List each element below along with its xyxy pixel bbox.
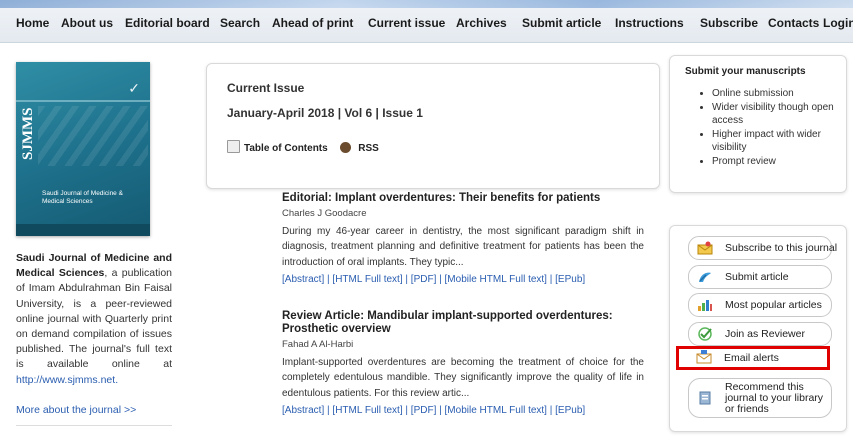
abstract-link[interactable]: [Abstract] (282, 274, 324, 285)
nav-login[interactable]: Login (823, 16, 853, 30)
rss-icon[interactable] (340, 142, 352, 153)
recommend-journal-button[interactable]: Recommend this journal to your library o… (688, 378, 832, 418)
article-author: Fahad A Al-Harbi (282, 339, 354, 350)
table-of-contents-icon[interactable] (227, 140, 240, 153)
university-logo-icon: ✓ (128, 80, 140, 96)
cover-footer-band (16, 224, 150, 236)
library-book-icon (699, 391, 711, 405)
recommend-journal-label: Recommend this journal to your library o… (725, 381, 824, 415)
nav-contacts[interactable]: Contacts (768, 16, 819, 30)
cover-journal-abbrev: SJMMS (20, 107, 36, 161)
list-item: Online submission (712, 87, 852, 101)
nav-submit-article[interactable]: Submit article (522, 16, 601, 30)
nav-instructions[interactable]: Instructions (615, 16, 684, 30)
issue-volume-info: January-April 2018 | Vol 6 | Issue 1 (227, 106, 423, 120)
nav-ahead-of-print[interactable]: Ahead of print (272, 16, 353, 30)
mobile-html-link[interactable]: [Mobile HTML Full text] (445, 274, 547, 285)
mobile-html-link[interactable]: [Mobile HTML Full text] (445, 405, 547, 416)
article-snippet: During my 46-year career in dentistry, t… (282, 226, 644, 268)
more-about-journal-link[interactable]: More about the journal >> (16, 404, 136, 416)
article-snippet: Implant-supported overdentures are becom… (282, 357, 644, 399)
abstract-link[interactable]: [Abstract] (282, 405, 324, 416)
nav-home[interactable]: Home (16, 16, 49, 30)
popular-articles-button[interactable]: Most popular articles (688, 293, 832, 317)
current-issue-heading: Current Issue (227, 81, 305, 95)
cover-journal-title: Saudi Journal of Medicine & Medical Scie… (42, 190, 123, 205)
article-title[interactable]: Editorial: Implant overdentures: Their b… (282, 192, 644, 205)
article-author: Charles J Goodacre (282, 208, 367, 219)
subscribe-label: Subscribe to this journal (725, 242, 838, 254)
journal-description-text: , a publication of Imam Abdulrahman Bin … (16, 267, 172, 371)
list-item: Prompt review (712, 155, 852, 169)
submit-manuscripts-title: Submit your manuscripts (685, 66, 806, 77)
nav-editorial-board[interactable]: Editorial board (125, 16, 210, 30)
epub-link[interactable]: [EPub] (555, 405, 585, 416)
join-reviewer-label: Join as Reviewer (725, 328, 805, 340)
nav-search[interactable]: Search (220, 16, 260, 30)
email-alerts-highlight (676, 346, 830, 370)
join-reviewer-button[interactable]: Join as Reviewer (688, 322, 832, 346)
nav-banner-strip (0, 0, 853, 8)
list-item: Wider visibility though open access (712, 101, 852, 128)
left-divider (16, 425, 172, 426)
nav-about-us[interactable]: About us (61, 16, 113, 30)
pdf-link[interactable]: [PDF] (411, 274, 437, 285)
html-full-text-link[interactable]: [HTML Full text] (332, 274, 402, 285)
subscribe-journal-button[interactable]: Subscribe to this journal (688, 236, 837, 260)
issue-links: Table of Contents RSS (227, 140, 379, 154)
nav-current-issue[interactable]: Current issue (368, 16, 445, 30)
article-item: Editorial: Implant overdentures: Their b… (282, 192, 644, 285)
bar-chart-icon (698, 300, 712, 311)
epub-link[interactable]: [EPub] (555, 274, 585, 285)
table-of-contents-link[interactable]: Table of Contents (244, 143, 328, 154)
submit-article-label: Submit article (725, 271, 789, 283)
cover-pattern (38, 106, 148, 166)
manuscript-benefits-list: Online submission Wider visibility thoug… (700, 87, 852, 168)
journal-cover-image[interactable]: ✓ SJMMS Saudi Journal of Medicine & Medi… (16, 62, 150, 236)
article-item: Review Article: Mandibular implant-suppo… (282, 310, 644, 416)
list-item: Higher impact with wider visibility (712, 128, 852, 155)
journal-website-link[interactable]: http://www.sjmms.net. (16, 374, 118, 386)
pdf-link[interactable]: [PDF] (411, 405, 437, 416)
article-title[interactable]: Review Article: Mandibular implant-suppo… (282, 310, 644, 336)
article-links: [Abstract] | [HTML Full text] | [PDF] | … (282, 273, 586, 285)
nav-archives[interactable]: Archives (456, 16, 507, 30)
submit-article-icon (699, 272, 711, 282)
popular-articles-label: Most popular articles (725, 299, 822, 311)
cover-divider (16, 100, 150, 102)
subscribe-icon (697, 241, 713, 255)
submit-article-button[interactable]: Submit article (688, 265, 832, 289)
html-full-text-link[interactable]: [HTML Full text] (332, 405, 402, 416)
article-links: [Abstract] | [HTML Full text] | [PDF] | … (282, 404, 586, 416)
journal-description: Saudi Journal of Medicine and Medical Sc… (16, 251, 172, 388)
nav-subscribe[interactable]: Subscribe (700, 16, 758, 30)
checkmark-icon (698, 327, 712, 341)
top-nav: Home About us Editorial board Search Ahe… (0, 0, 853, 43)
rss-link[interactable]: RSS (358, 143, 379, 154)
